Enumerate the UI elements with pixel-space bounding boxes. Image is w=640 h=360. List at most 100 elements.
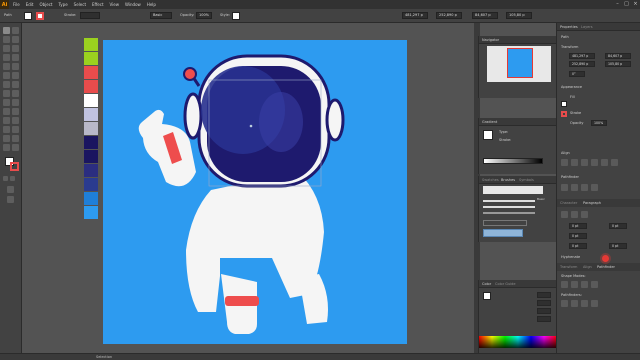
draw-mode-icon[interactable] <box>7 186 14 193</box>
menu-view[interactable]: View <box>110 2 120 7</box>
swatch-white[interactable] <box>84 94 98 107</box>
merge-icon[interactable] <box>581 300 588 307</box>
line-tool-icon[interactable] <box>12 54 19 61</box>
swatch-sky-blue[interactable] <box>84 192 98 205</box>
navigator-preview[interactable] <box>487 46 551 82</box>
menu-file[interactable]: File <box>13 2 20 7</box>
swatch-red-2[interactable] <box>84 80 98 93</box>
para-align-right-icon[interactable] <box>581 211 588 218</box>
pencil-tool-icon[interactable] <box>3 72 10 79</box>
height-field[interactable]: 105,80 p <box>506 12 532 19</box>
indent-right-field[interactable]: 0 pt <box>609 223 627 229</box>
exclude-icon[interactable] <box>591 184 598 191</box>
menu-select[interactable]: Select <box>74 2 86 7</box>
tab-symbols[interactable]: Symbols <box>519 178 534 182</box>
tab-paragraph[interactable]: Paragraph <box>583 201 601 205</box>
brush-stroke-1[interactable] <box>483 200 535 202</box>
align-right-icon[interactable] <box>581 159 588 166</box>
x-field[interactable]: 481,297 p <box>402 12 428 19</box>
color-value-3[interactable] <box>537 308 551 314</box>
perspective-grid-tool-icon[interactable] <box>12 99 19 106</box>
swatch-green-2[interactable] <box>84 52 98 65</box>
tab-swatches[interactable]: Swatches <box>482 178 499 182</box>
eraser-tool-icon[interactable] <box>12 72 19 79</box>
magic-wand-tool-icon[interactable] <box>3 36 10 43</box>
tab-color-guide[interactable]: Color Guide <box>495 282 516 286</box>
stroke-color-box[interactable] <box>10 162 19 171</box>
symbol-sprayer-tool-icon[interactable] <box>3 126 10 133</box>
artboard-tool-icon[interactable] <box>3 135 10 142</box>
screen-mode-icon[interactable] <box>7 196 14 203</box>
width-tool-icon[interactable] <box>3 90 10 97</box>
shape-mode-intersect-icon[interactable] <box>581 281 588 288</box>
align-bottom-icon[interactable] <box>611 159 618 166</box>
canvas-area[interactable] <box>22 23 474 353</box>
tab-layers[interactable]: Layers <box>581 25 593 29</box>
brush-size-row[interactable] <box>483 186 543 194</box>
brush-stroke-4[interactable] <box>483 220 527 226</box>
gradient-mode-icon[interactable] <box>10 176 15 181</box>
swatch-indigo[interactable] <box>84 164 98 177</box>
align-left-icon[interactable] <box>561 159 568 166</box>
stroke-weight-field[interactable] <box>80 12 100 19</box>
selection-tool-icon[interactable] <box>3 27 10 34</box>
zoom-tool-icon[interactable] <box>12 144 19 151</box>
slice-tool-icon[interactable] <box>12 135 19 142</box>
swatch-light-blue[interactable] <box>84 206 98 219</box>
color-mode-icon[interactable] <box>3 176 8 181</box>
menu-type[interactable]: Type <box>58 2 67 7</box>
width-field[interactable]: 84,607 p <box>472 12 498 19</box>
align-center-icon[interactable] <box>571 159 578 166</box>
trim-icon[interactable] <box>571 300 578 307</box>
hand-tool-icon[interactable] <box>3 144 10 151</box>
brush-stroke-2[interactable] <box>483 206 535 208</box>
menu-object[interactable]: Object <box>39 2 52 7</box>
para-align-center-icon[interactable] <box>571 211 578 218</box>
pen-tool-icon[interactable] <box>3 45 10 52</box>
swatch-gray[interactable] <box>84 122 98 135</box>
direct-selection-tool-icon[interactable] <box>12 27 19 34</box>
appearance-stroke-swatch[interactable] <box>561 111 567 117</box>
tab-pathfinder[interactable]: Pathfinder <box>597 265 615 269</box>
shape-mode-unite-icon[interactable] <box>561 281 568 288</box>
align-top-icon[interactable] <box>591 159 598 166</box>
intersect-icon[interactable] <box>581 184 588 191</box>
swatch-navy-2[interactable] <box>84 150 98 163</box>
blend-tool-icon[interactable] <box>12 117 19 124</box>
selected-brush[interactable] <box>483 229 523 237</box>
menu-edit[interactable]: Edit <box>26 2 34 7</box>
gradient-swatch[interactable] <box>483 130 493 140</box>
color-value-4[interactable] <box>537 316 551 322</box>
prop-y-field[interactable]: 252,890 p <box>569 61 595 67</box>
swatch-red[interactable] <box>84 66 98 79</box>
shape-mode-exclude-icon[interactable] <box>591 281 598 288</box>
opacity-field[interactable]: 100% <box>196 12 212 19</box>
appearance-fill-swatch[interactable] <box>561 101 567 107</box>
menu-help[interactable]: Help <box>147 2 156 7</box>
tab-align[interactable]: Align <box>583 265 592 269</box>
menu-effect[interactable]: Effect <box>92 2 104 7</box>
swatch-lavender[interactable] <box>84 108 98 121</box>
fill-swatch[interactable] <box>24 12 32 20</box>
shape-mode-minus-icon[interactable] <box>571 281 578 288</box>
color-value-2[interactable] <box>537 300 551 306</box>
swatch-blue[interactable] <box>84 178 98 191</box>
prop-h-field[interactable]: 105,80 p <box>605 61 631 67</box>
gradient-tool-icon[interactable] <box>12 108 19 115</box>
navigator-view-box[interactable] <box>507 48 533 78</box>
minus-front-icon[interactable] <box>571 184 578 191</box>
stroke-swatch[interactable] <box>36 12 44 20</box>
gradient-slider[interactable] <box>483 158 543 164</box>
brush-field[interactable]: Basic <box>150 12 172 19</box>
first-line-indent-field[interactable]: 0 pt <box>569 233 587 239</box>
prop-w-field[interactable]: 84,607 p <box>605 53 631 59</box>
color-value-1[interactable] <box>537 292 551 298</box>
opacity-prop-field[interactable]: 100% <box>591 120 607 126</box>
mesh-tool-icon[interactable] <box>3 108 10 115</box>
divide-icon[interactable] <box>561 300 568 307</box>
column-graph-tool-icon[interactable] <box>12 126 19 133</box>
prop-x-field[interactable]: 481,297 p <box>569 53 595 59</box>
close-button[interactable]: × <box>632 1 639 8</box>
y-field[interactable]: 252,890 p <box>436 12 462 19</box>
maximize-button[interactable]: □ <box>623 1 630 8</box>
